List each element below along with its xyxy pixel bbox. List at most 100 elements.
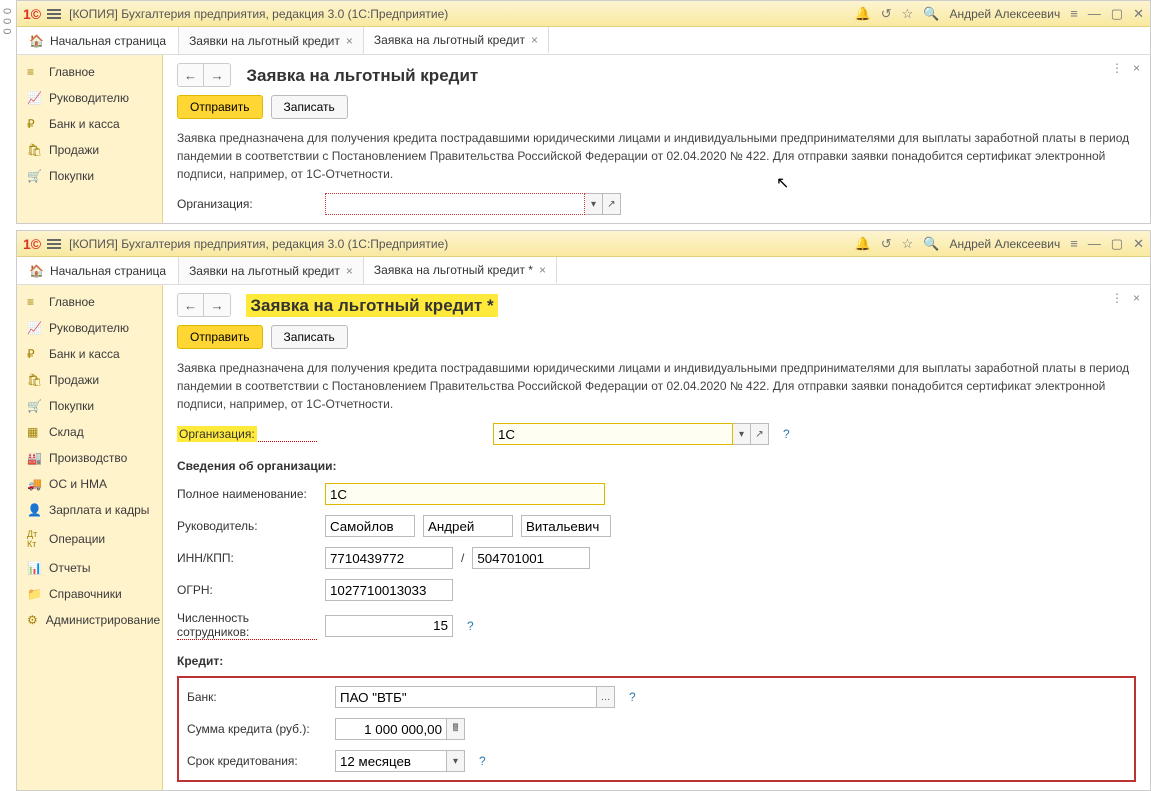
bank-select-button[interactable]: … (597, 686, 615, 708)
user-name[interactable]: Андрей Алексеевич (949, 7, 1060, 21)
page-title: Заявка на льготный кредит (246, 66, 478, 85)
sidebar-item-label: Операции (49, 532, 105, 546)
search-icon[interactable]: 🔍 (923, 6, 939, 22)
more-icon[interactable]: ⋮ (1111, 61, 1123, 75)
window-bottom: 1© [КОПИЯ] Бухгалтерия предприятия, реда… (16, 230, 1151, 791)
org-dropdown-button[interactable]: ▾ (733, 423, 751, 445)
star-icon[interactable]: ☆ (902, 236, 914, 252)
nav-back-button[interactable]: ← (178, 294, 204, 316)
term-input[interactable] (335, 750, 447, 772)
close-icon[interactable]: ✕ (1133, 6, 1144, 22)
help-icon[interactable]: ? (629, 690, 636, 704)
minimize-icon[interactable]: — (1088, 236, 1101, 251)
star-icon[interactable]: ☆ (902, 6, 914, 22)
kpp-input[interactable] (472, 547, 590, 569)
bank-input[interactable] (335, 686, 597, 708)
inn-input[interactable] (325, 547, 453, 569)
org-open-button[interactable]: ↗ (751, 423, 769, 445)
search-icon[interactable]: 🔍 (923, 236, 939, 252)
sidebar-item-main[interactable]: ≡Главное (17, 289, 162, 315)
history-icon[interactable]: ↺ (881, 6, 892, 22)
sidebar-item-salary[interactable]: 👤Зарплата и кадры (17, 497, 162, 523)
director-firstname-input[interactable] (423, 515, 513, 537)
tab-request[interactable]: Заявка на льготный кредит × (364, 27, 549, 54)
tab-close-icon[interactable]: × (346, 264, 353, 278)
org-label: Организация: (177, 197, 317, 211)
logo-1c: 1© (23, 6, 41, 22)
sidebar-item-directories[interactable]: 📁Справочники (17, 581, 162, 607)
nav-back-button[interactable]: ← (178, 64, 204, 86)
history-icon[interactable]: ↺ (881, 236, 892, 252)
tabbar: 🏠 Начальная страница Заявки на льготный … (17, 27, 1150, 55)
minimize-icon[interactable]: — (1088, 6, 1101, 21)
org-label: Организация: (177, 427, 317, 442)
org-input[interactable] (493, 423, 733, 445)
term-dropdown-button[interactable]: ▾ (447, 750, 465, 772)
menu-icon[interactable] (47, 9, 61, 19)
sidebar-item-manager[interactable]: 📈Руководителю (17, 315, 162, 341)
save-button[interactable]: Записать (271, 95, 348, 119)
calc-button[interactable]: 🖩 (447, 718, 465, 740)
sidebar-item-warehouse[interactable]: ▦Склад (17, 419, 162, 445)
sidebar-item-purchases[interactable]: 🛒Покупки (17, 393, 162, 419)
close-icon[interactable]: ✕ (1133, 236, 1144, 252)
save-button[interactable]: Записать (271, 325, 348, 349)
tab-home[interactable]: 🏠 Начальная страница (17, 257, 179, 284)
tab-request[interactable]: Заявка на льготный кредит * × (364, 257, 557, 284)
director-label: Руководитель: (177, 519, 317, 533)
sidebar-item-purchases[interactable]: 🛒Покупки (17, 163, 162, 189)
tab-home[interactable]: 🏠 Начальная страница (17, 27, 179, 54)
settings-icon[interactable]: ≡ (1070, 6, 1078, 21)
sidebar-item-bank[interactable]: ₽Банк и касса (17, 341, 162, 367)
org-dropdown-button[interactable]: ▾ (585, 193, 603, 215)
help-icon[interactable]: ? (783, 427, 790, 441)
truck-icon: 🚚 (27, 477, 41, 491)
org-open-button[interactable]: ↗ (603, 193, 621, 215)
sidebar-item-sales[interactable]: 🛍Продажи (17, 137, 162, 163)
inn-label: ИНН/КПП: (177, 551, 317, 565)
director-middlename-input[interactable] (521, 515, 611, 537)
sidebar-burger[interactable]: ≡Главное (17, 59, 162, 85)
menu-icon[interactable] (47, 239, 61, 249)
more-icon[interactable]: ⋮ (1111, 291, 1123, 305)
tab-close-icon[interactable]: × (346, 34, 353, 48)
help-icon[interactable]: ? (467, 619, 474, 633)
sidebar-item-assets[interactable]: 🚚ОС и НМА (17, 471, 162, 497)
sidebar-item-manager[interactable]: 📈Руководителю (17, 85, 162, 111)
user-name[interactable]: Андрей Алексеевич (949, 237, 1060, 251)
employees-input[interactable] (325, 615, 453, 637)
sidebar-item-operations[interactable]: ДтКтОперации (17, 523, 162, 555)
send-button[interactable]: Отправить (177, 325, 263, 349)
fullname-label: Полное наименование: (177, 487, 317, 501)
sum-input[interactable] (335, 718, 447, 740)
send-button[interactable]: Отправить (177, 95, 263, 119)
bell-icon[interactable]: 🔔 (855, 6, 871, 22)
content-bottom: ⋮ × ← → Заявка на льготный кредит * Отпр… (163, 285, 1150, 790)
nav-forward-button[interactable]: → (204, 64, 230, 86)
bell-icon[interactable]: 🔔 (855, 236, 871, 252)
ogrn-input[interactable] (325, 579, 453, 601)
sidebar-item-admin[interactable]: ⚙Администрирование (17, 607, 162, 633)
director-lastname-input[interactable] (325, 515, 415, 537)
maximize-icon[interactable]: ▢ (1111, 6, 1123, 22)
maximize-icon[interactable]: ▢ (1111, 236, 1123, 252)
sidebar-item-label: Главное (49, 65, 95, 79)
close-form-icon[interactable]: × (1133, 291, 1140, 305)
fullname-input[interactable] (325, 483, 605, 505)
sidebar-item-sales[interactable]: 🛍Продажи (17, 367, 162, 393)
help-icon[interactable]: ? (479, 754, 486, 768)
sidebar-item-bank[interactable]: ₽Банк и касса (17, 111, 162, 137)
settings-icon[interactable]: ≡ (1070, 236, 1078, 251)
tab-requests-list[interactable]: Заявки на льготный кредит × (179, 27, 364, 54)
sidebar-item-production[interactable]: 🏭Производство (17, 445, 162, 471)
tab-close-icon[interactable]: × (539, 263, 546, 277)
sidebar: ≡Главное 📈Руководителю ₽Банк и касса 🛍Пр… (17, 285, 163, 790)
tab-close-icon[interactable]: × (531, 33, 538, 47)
boxes-icon: ▦ (27, 425, 41, 439)
nav-forward-button[interactable]: → (204, 294, 230, 316)
tab-requests-list[interactable]: Заявки на льготный кредит × (179, 257, 364, 284)
ruble-icon: ₽ (27, 117, 41, 131)
sidebar-item-reports[interactable]: 📊Отчеты (17, 555, 162, 581)
close-form-icon[interactable]: × (1133, 61, 1140, 75)
org-input[interactable] (325, 193, 585, 215)
